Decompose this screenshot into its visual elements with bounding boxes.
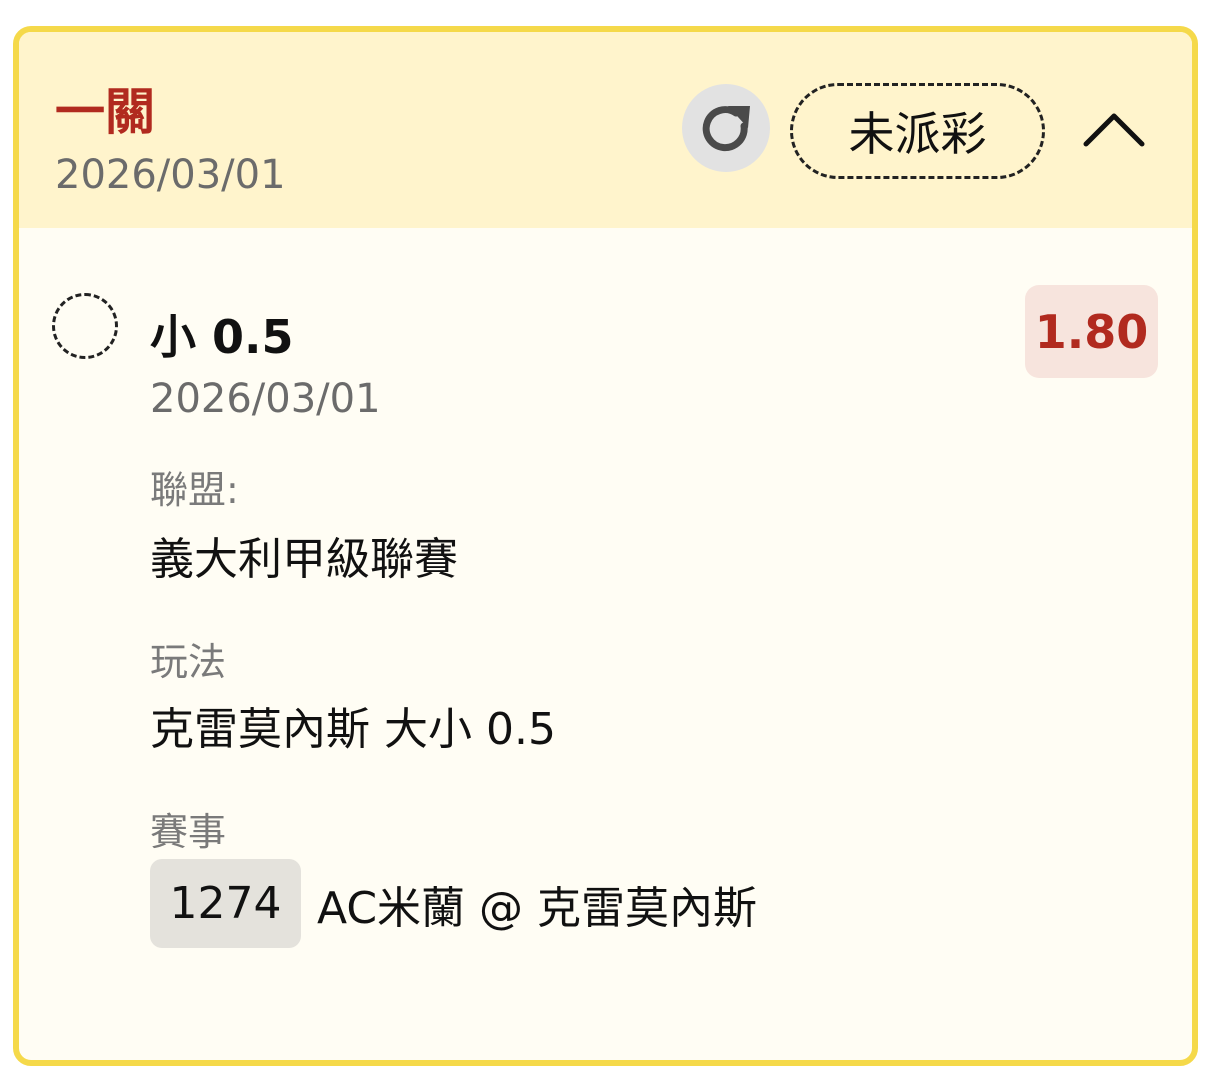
bet-card-header: 一關 2026/03/01 未派彩 [19, 32, 1192, 228]
match-row: 1274 AC米蘭 @ 克雷莫內斯 [150, 859, 757, 948]
bet-type-title: 一關 [55, 83, 155, 141]
chevron-up-icon [1083, 113, 1145, 147]
odds-badge: 1.80 [1025, 285, 1158, 378]
match-code-badge: 1274 [150, 859, 301, 948]
bet-date: 2026/03/01 [55, 152, 286, 198]
leg-date: 2026/03/01 [150, 376, 381, 422]
leg-result-indicator [52, 293, 118, 359]
match-name: AC米蘭 @ 克雷莫內斯 [317, 882, 758, 934]
refresh-icon [702, 106, 750, 152]
match-label: 賽事 [150, 810, 227, 854]
collapse-button[interactable] [1081, 104, 1147, 152]
refresh-button[interactable] [682, 84, 770, 172]
leg-selection: 小 0.5 [150, 310, 294, 364]
play-label: 玩法 [150, 640, 227, 684]
payout-status-badge: 未派彩 [790, 83, 1045, 179]
league-value: 義大利甲級聯賽 [150, 534, 458, 585]
play-value: 克雷莫內斯 大小 0.5 [150, 704, 556, 755]
bet-card: 一關 2026/03/01 未派彩 小 0.5 2026/03/01 1.80 … [13, 26, 1198, 1066]
league-label: 聯盟: [150, 468, 239, 512]
